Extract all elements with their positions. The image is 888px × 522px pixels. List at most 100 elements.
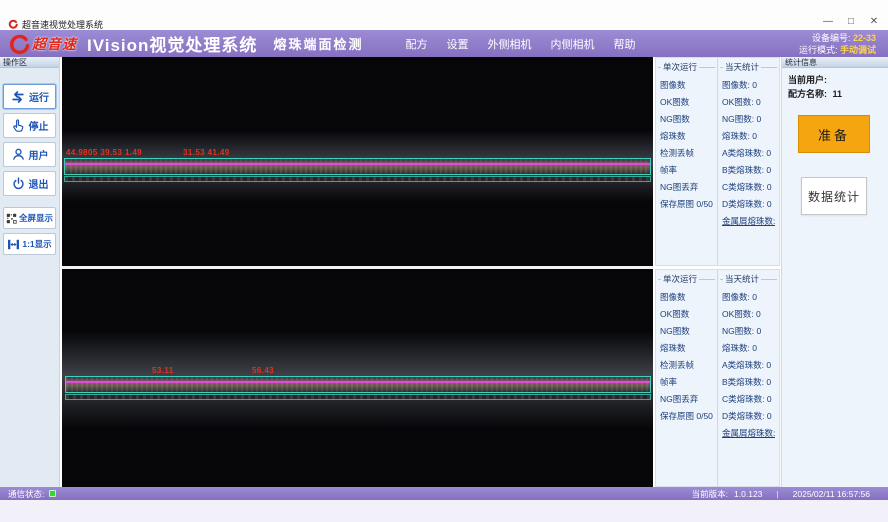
power-icon [11, 176, 26, 191]
stat-item: A类熔珠数: 0 [722, 357, 775, 374]
data-statistics-button[interactable]: 数据统计 [801, 177, 867, 215]
user-button[interactable]: 用户 [3, 142, 56, 167]
camera-view-top[interactable]: 44.9805 39.53 1.49 31.53 41.49 [62, 57, 653, 266]
stat-item: 熔珠数 [660, 128, 713, 145]
weld-bead-sub-box [65, 394, 651, 400]
stat-item: 金属屑熔珠数: 0 [722, 213, 775, 230]
run-mode-value: 手动调试 [840, 45, 876, 55]
desktop-margin [0, 500, 888, 522]
stop-button[interactable]: 停止 [3, 113, 56, 138]
exit-button-label: 退出 [29, 176, 49, 191]
close-button[interactable]: ✕ [868, 16, 880, 27]
user-button-label: 用户 [29, 147, 49, 162]
app-subtitle: 熔珠端面检测 [273, 34, 363, 53]
stat-item: 检测丢帧 [660, 145, 713, 162]
stat-item: C类熔珠数: 0 [722, 391, 775, 408]
stat-item: 金属屑熔珠数: 0 [722, 425, 775, 442]
version-value: 1.0.123 [734, 489, 762, 499]
stat-item: D类熔珠数: 0 [722, 196, 775, 213]
stat-item: NG图丢弃 [660, 179, 713, 196]
measurement-annotation: 44.9805 39.53 1.49 [66, 148, 142, 157]
screen: 超音速视觉处理系统 — □ ✕ 超音速 IVision视觉处理系统 熔珠端面检测… [0, 0, 888, 522]
camera-view-bottom[interactable]: 53.11 56.43 [62, 269, 653, 487]
weld-bead-detection-box [65, 376, 651, 393]
group-title-today: 当天统计 [725, 61, 759, 73]
single-run-list: 图像数OK图数NG图数熔珠数检测丢帧帧率NG图丢弃保存原图 0/500 [656, 285, 717, 425]
run-mode-label: 运行模式: [799, 45, 838, 55]
app-title: IVision视觉处理系统 [87, 31, 257, 56]
stat-item: B类熔珠数: 0 [722, 374, 775, 391]
stat-item: OK图数: 0 [722, 306, 775, 323]
user-icon [11, 147, 26, 162]
minimize-button[interactable]: — [822, 16, 834, 27]
group-title-single-run: 单次运行 [663, 273, 697, 285]
stat-item: OK图数: 0 [722, 94, 775, 111]
status-divider: | [776, 489, 778, 499]
menu-item[interactable]: 帮助 [613, 36, 635, 52]
info-panel: 统计信息 当前用户: 配方名称: 11 准备 数据统计 [781, 57, 888, 487]
fullscreen-button-label: 全屏显示 [19, 212, 53, 224]
stat-item: NG图数 [660, 111, 713, 128]
exit-button[interactable]: 退出 [3, 171, 56, 196]
stat-item: B类熔珠数: 0 [722, 162, 775, 179]
measurement-annotation: 31.53 41.49 [183, 148, 230, 157]
stat-item: D类熔珠数: 0 [722, 408, 775, 425]
stat-item: C类熔珠数: 0 [722, 179, 775, 196]
app-header: 超音速 IVision视觉处理系统 熔珠端面检测 配方设置外侧相机内侧相机帮助 … [0, 30, 888, 57]
menu-item[interactable]: 内侧相机 [550, 36, 594, 52]
device-info: 设备编号: 22-33 运行模式: 手动调试 [799, 32, 880, 56]
stat-item: 图像数 [660, 289, 713, 306]
brand-name: 超音速 [32, 34, 77, 54]
stat-item: A类熔珠数: 0 [722, 145, 775, 162]
stat-item: 保存原图 0/500 [660, 196, 713, 213]
stat-item: 图像数: 0 [722, 77, 775, 94]
menu-bar: 配方 设置 外侧相机 内侧相机 帮助 [405, 36, 635, 52]
stat-item: OK图数 [660, 306, 713, 323]
weld-bead-detection-box [64, 158, 651, 175]
recipe-name-label: 配方名称: [788, 89, 827, 99]
recipe-name-value: 11 [833, 89, 843, 99]
menu-item[interactable]: 外侧相机 [487, 36, 531, 52]
stat-item: NG图丢弃 [660, 391, 713, 408]
run-button[interactable]: 运行 [3, 84, 56, 109]
one-to-one-button[interactable]: 1:1显示 [3, 233, 56, 255]
run-button-label: 运行 [29, 89, 49, 104]
os-titlebar: 超音速视觉处理系统 — □ ✕ [0, 18, 888, 30]
stat-section-bottom: 单次运行 图像数OK图数NG图数熔珠数检测丢帧帧率NG图丢弃保存原图 0/500… [655, 269, 780, 487]
stat-item: 帧率 [660, 162, 713, 179]
sidebar-title: 操作区 [0, 57, 59, 68]
camera-stack: 44.9805 39.53 1.49 31.53 41.49 53.11 56.… [62, 57, 653, 487]
one-to-one-icon [7, 239, 20, 250]
weld-bead-sub-box [64, 176, 651, 182]
stat-item: 图像数: 0 [722, 289, 775, 306]
stat-item: NG图数: 0 [722, 111, 775, 128]
info-panel-title: 统计信息 [782, 57, 888, 68]
run-icon [10, 89, 26, 105]
stat-item: 熔珠数 [660, 340, 713, 357]
device-number-label: 设备编号: [812, 33, 851, 43]
status-bar: 通信状态: 当前版本: 1.0.123 | 2025/02/11 16:57:5… [0, 487, 888, 500]
operation-sidebar: 操作区 运行 停止 [0, 57, 60, 487]
comm-status-label: 通信状态: [8, 488, 44, 500]
group-title-today: 当天统计 [725, 273, 759, 285]
stat-item: NG图数 [660, 323, 713, 340]
prepare-button[interactable]: 准备 [798, 115, 870, 153]
menu-item[interactable]: 配方 [405, 36, 427, 52]
stat-item: NG图数: 0 [722, 323, 775, 340]
stat-section-top: 单次运行 图像数OK图数NG图数熔珠数检测丢帧帧率NG图丢弃保存原图 0/500… [655, 57, 780, 266]
main-body: 操作区 运行 停止 [0, 57, 888, 487]
maximize-button[interactable]: □ [845, 16, 857, 27]
menu-item[interactable]: 设置 [446, 36, 468, 52]
today-stats-list: 图像数: 0OK图数: 0NG图数: 0熔珠数: 0A类熔珠数: 0B类熔珠数:… [718, 285, 779, 442]
stat-item: 熔珠数: 0 [722, 340, 775, 357]
today-stats-list: 图像数: 0OK图数: 0NG图数: 0熔珠数: 0A类熔珠数: 0B类熔珠数:… [718, 73, 779, 230]
datetime-value: 2025/02/11 16:57:56 [793, 489, 870, 499]
measurement-annotation: 53.11 [152, 366, 174, 375]
fullscreen-icon [6, 213, 17, 224]
fullscreen-button[interactable]: 全屏显示 [3, 207, 56, 229]
stat-item: 检测丢帧 [660, 357, 713, 374]
group-title-single-run: 单次运行 [663, 61, 697, 73]
version-label: 当前版本: [692, 488, 728, 500]
comm-status-indicator [49, 490, 56, 497]
device-number-value: 22-33 [853, 33, 876, 43]
